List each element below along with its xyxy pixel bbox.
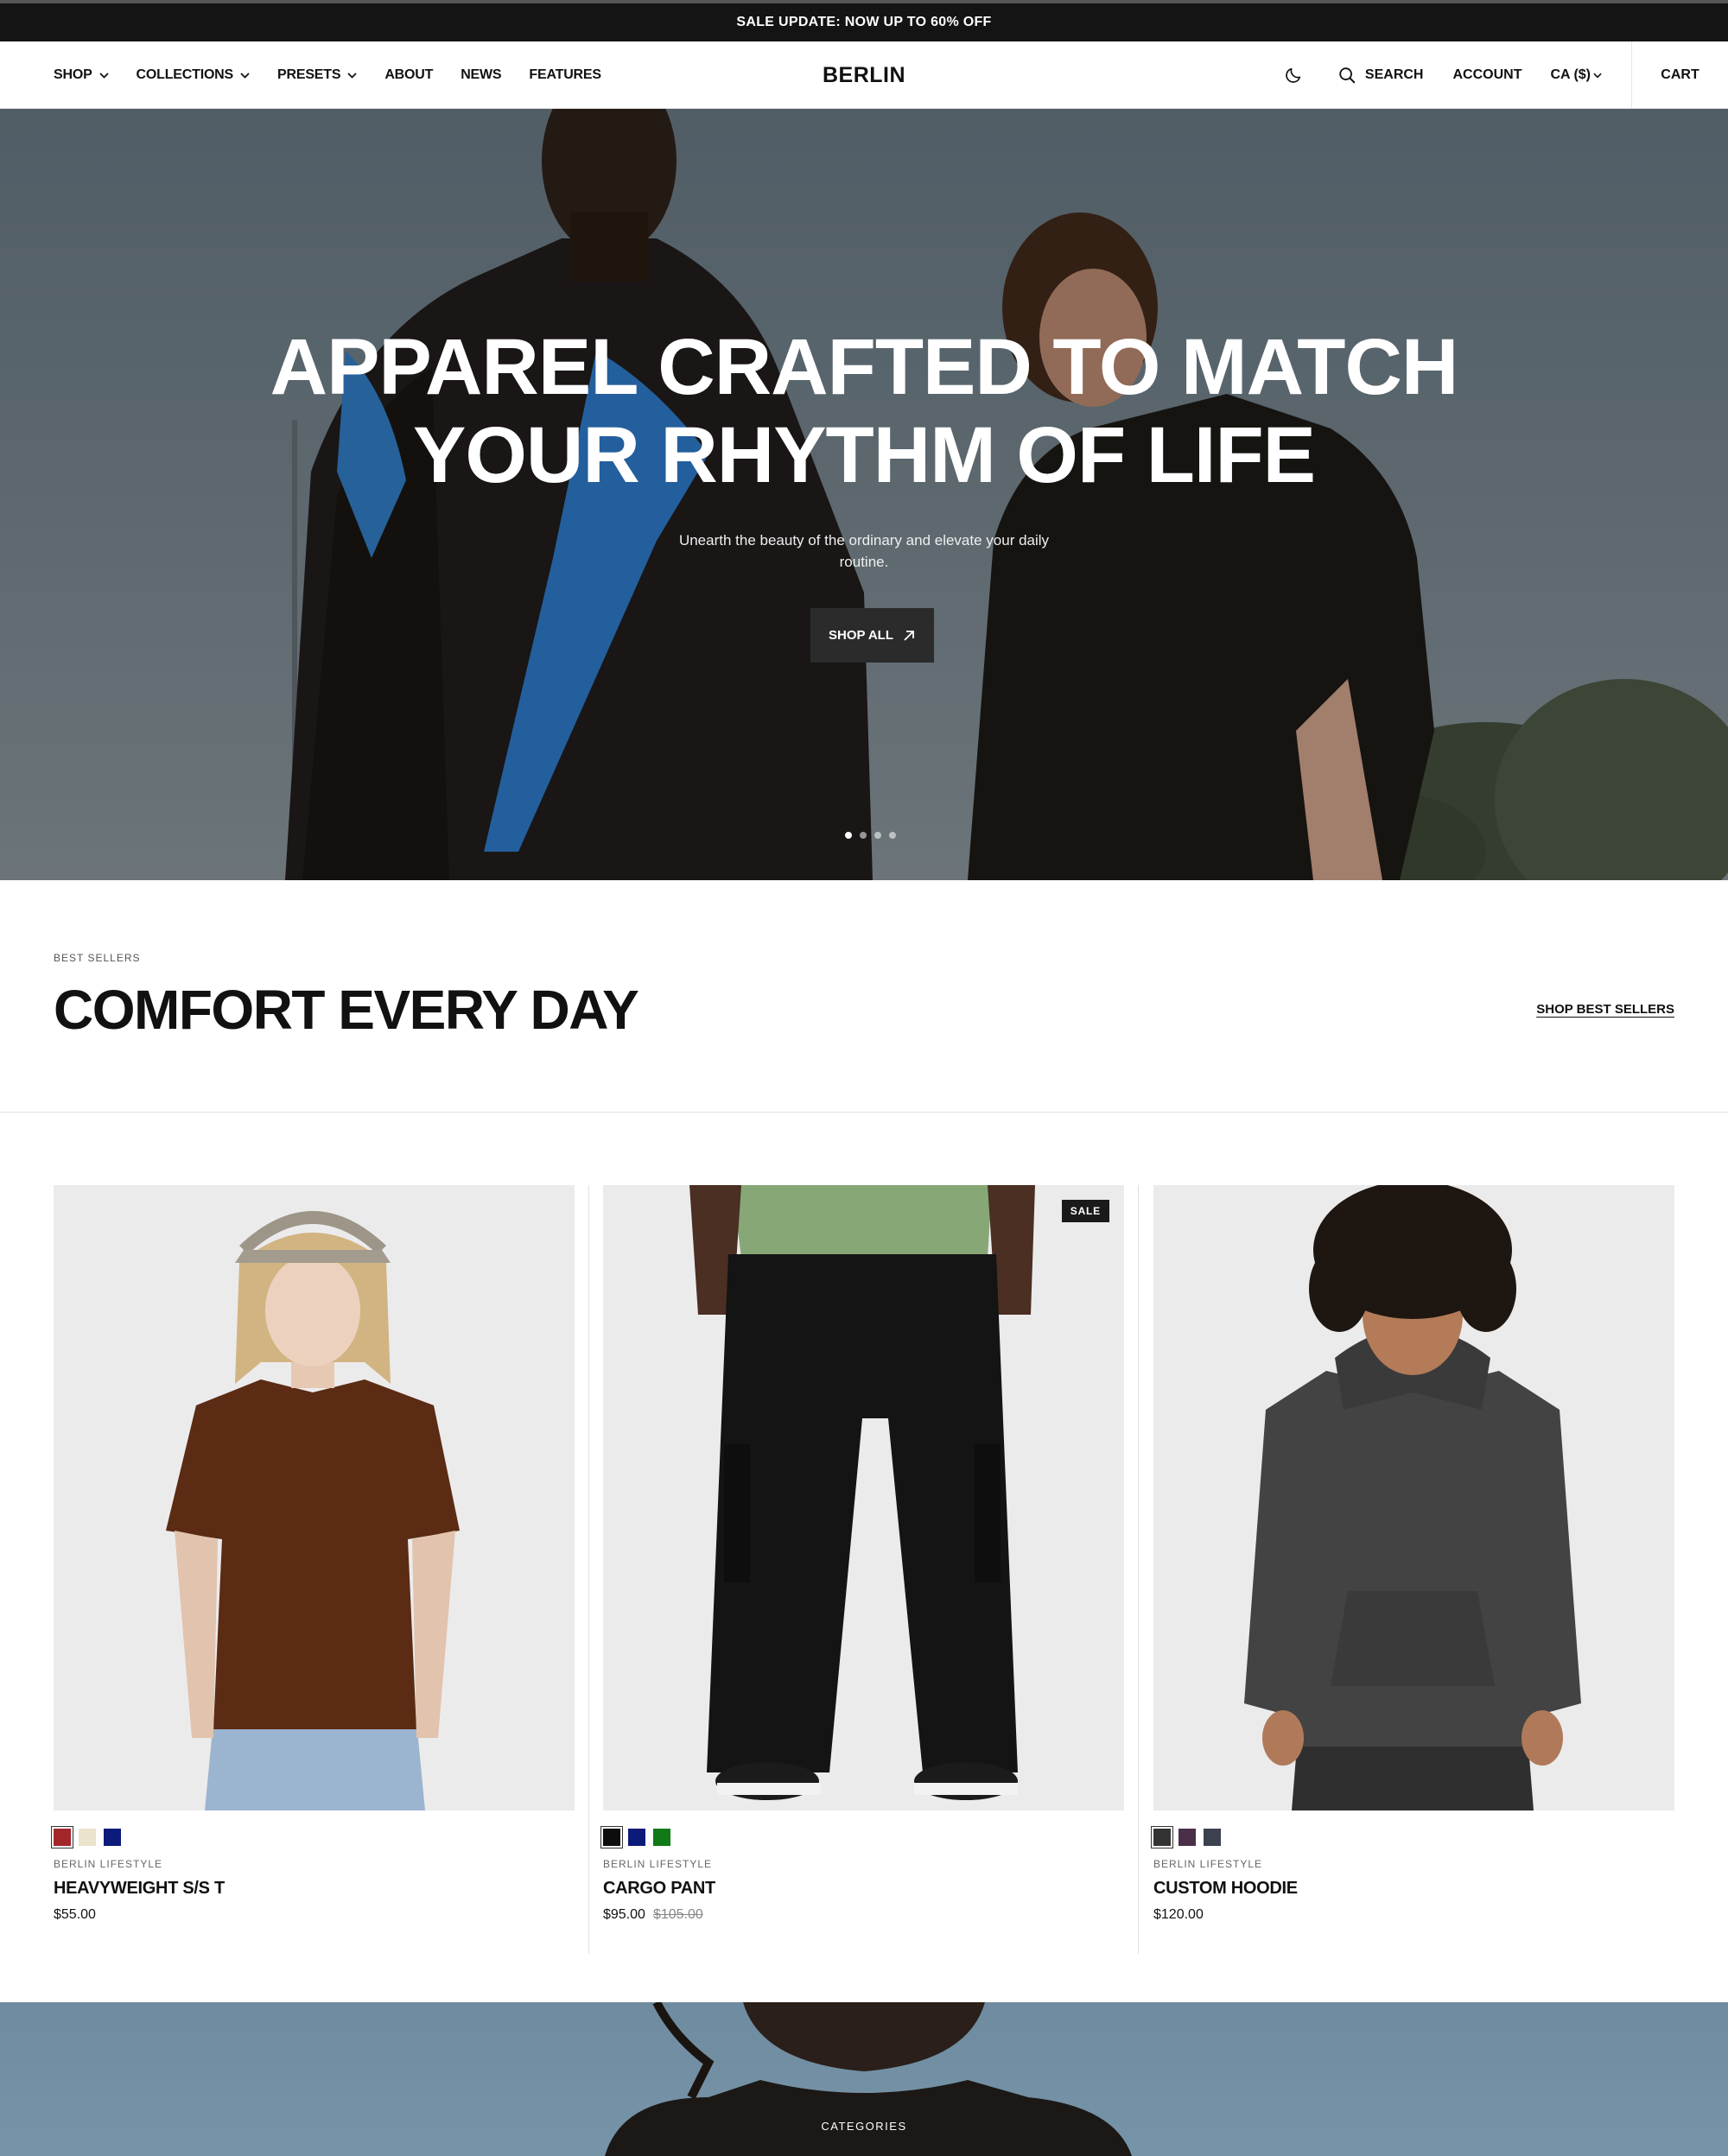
product-compare-price: $105.00 (652, 1907, 703, 1922)
color-swatch[interactable] (79, 1829, 96, 1846)
hero-slideshow: APPAREL CRAFTED TO MATCH YOUR RHYTHM OF … (0, 109, 1728, 880)
nav-item-label: ABOUT (384, 67, 434, 82)
hero-title-line-2: YOUR RHYTHM OF LIFE (412, 411, 1316, 499)
hero-subtitle: Unearth the beauty of the ordinary and e… (678, 532, 1050, 570)
chevron-down-icon (98, 72, 109, 79)
product-card: BERLIN LIFESTYLE HEAVYWEIGHT S/S T $55.0… (51, 1185, 575, 1923)
product-card: SALE BERLIN LIFESTYLE CARGO PANT $95.00 … (600, 1185, 1124, 1923)
nav-item-label: PRESETS (277, 67, 341, 82)
color-swatch[interactable] (600, 1826, 623, 1848)
hero-title: APPAREL CRAFTED TO MATCH YOUR RHYTHM OF … (0, 323, 1728, 499)
color-swatch[interactable] (653, 1829, 670, 1846)
categories-eyebrow: CATEGORIES (821, 2120, 907, 2133)
announcement-text: SALE UPDATE: NOW UP TO 60% OFF (736, 15, 992, 29)
nav-item-presets[interactable]: PRESETS (277, 67, 357, 83)
chevron-down-icon (347, 72, 357, 79)
color-swatches (1151, 1826, 1674, 1848)
card-divider (1138, 1185, 1139, 1954)
product-vendor: BERLIN LIFESTYLE (54, 1858, 163, 1870)
nav-item-collections[interactable]: COLLECTIONS (137, 67, 250, 83)
product-price-row: $55.00 (54, 1907, 575, 1923)
color-swatch[interactable] (1204, 1829, 1221, 1846)
color-swatch[interactable] (628, 1829, 645, 1846)
moon-icon (1286, 67, 1301, 83)
site-logo[interactable]: BERLIN (823, 63, 905, 88)
nav-item-label: SHOP (54, 67, 92, 82)
shop-all-button[interactable]: SHOP ALL (810, 608, 934, 663)
cart-label: CART (1661, 67, 1699, 82)
shop-all-label: SHOP ALL (828, 628, 893, 643)
main-nav: SHOP COLLECTIONS PRESETS ABOUT NEWS FEAT… (54, 41, 629, 109)
slide-dot-3[interactable] (874, 832, 881, 839)
product-photo-hoodie (1244, 1185, 1581, 1810)
product-price-row: $95.00 $105.00 (603, 1907, 1124, 1923)
section-title: COMFORT EVERY DAY (54, 979, 639, 1041)
nav-item-news[interactable]: NEWS (461, 67, 501, 83)
theme-toggle-button[interactable] (1284, 66, 1303, 85)
slide-dot-4[interactable] (889, 832, 896, 839)
slide-pagination (845, 832, 896, 839)
product-title[interactable]: CARGO PANT (603, 1879, 1124, 1899)
product-title[interactable]: HEAVYWEIGHT S/S T (54, 1879, 575, 1899)
product-price-row: $120.00 (1153, 1907, 1674, 1923)
slide-dot-1[interactable] (845, 832, 852, 839)
product-image[interactable]: SALE (603, 1185, 1124, 1810)
product-photo-cargo-pant (689, 1185, 1035, 1800)
nav-item-features[interactable]: FEATURES (529, 67, 601, 83)
product-price: $55.00 (54, 1907, 96, 1922)
product-vendor: BERLIN LIFESTYLE (1153, 1858, 1263, 1870)
nav-item-label: COLLECTIONS (136, 67, 234, 82)
nav-item-shop[interactable]: SHOP (54, 67, 109, 83)
product-image[interactable] (54, 1185, 575, 1810)
account-link[interactable]: ACCOUNT (1452, 67, 1522, 83)
currency-label: CA ($) (1550, 67, 1591, 82)
color-swatch[interactable] (1151, 1826, 1173, 1848)
slide-dot-2[interactable] (860, 832, 867, 839)
product-vendor: BERLIN LIFESTYLE (603, 1858, 713, 1870)
color-swatch[interactable] (1178, 1829, 1196, 1846)
shop-best-sellers-link[interactable]: SHOP BEST SELLERS (1536, 1002, 1674, 1017)
product-price: $95.00 (603, 1907, 645, 1922)
product-title[interactable]: CUSTOM HOODIE (1153, 1879, 1674, 1899)
search-label: SEARCH (1364, 67, 1424, 82)
product-photo-tshirt (166, 1211, 460, 1810)
color-swatches (51, 1826, 575, 1848)
nav-item-label: NEWS (461, 67, 502, 82)
product-price: $120.00 (1153, 1907, 1204, 1922)
product-card: BERLIN LIFESTYLE CUSTOM HOODIE $120.00 (1151, 1185, 1674, 1923)
hero-title-line-1: APPAREL CRAFTED TO MATCH (270, 323, 1459, 411)
product-image[interactable] (1153, 1185, 1674, 1810)
chevron-down-icon (240, 72, 250, 79)
color-swatch[interactable] (51, 1826, 73, 1848)
section-eyebrow: BEST SELLERS (54, 952, 141, 964)
categories-banner-image (605, 2002, 1132, 2156)
account-label: ACCOUNT (1452, 67, 1522, 82)
header-actions: SEARCH ACCOUNT CA ($) CART (1284, 41, 1728, 109)
color-swatches (600, 1826, 1124, 1848)
arrow-up-right-icon (904, 630, 914, 641)
cart-button[interactable]: CART (1631, 41, 1728, 109)
section-divider (0, 1112, 1728, 1113)
card-divider (588, 1185, 589, 1954)
chevron-down-icon (1593, 73, 1602, 78)
color-swatch[interactable] (104, 1829, 121, 1846)
sale-badge: SALE (1061, 1200, 1109, 1222)
site-header: SHOP COLLECTIONS PRESETS ABOUT NEWS FEAT… (0, 41, 1728, 109)
announcement-bar: SALE UPDATE: NOW UP TO 60% OFF (0, 0, 1728, 41)
search-icon (1339, 67, 1356, 84)
search-button[interactable]: SEARCH (1337, 66, 1424, 85)
currency-selector[interactable]: CA ($) (1550, 67, 1602, 83)
categories-banner: CATEGORIES (0, 2002, 1728, 2156)
nav-item-label: FEATURES (529, 67, 601, 82)
nav-item-about[interactable]: ABOUT (384, 67, 433, 83)
